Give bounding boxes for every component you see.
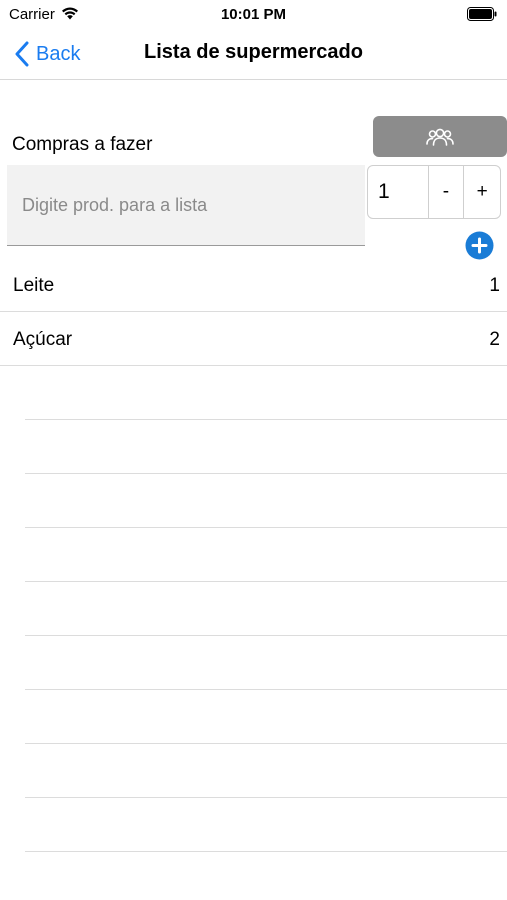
people-group-icon	[426, 128, 454, 146]
empty-row	[25, 474, 507, 528]
navigation-bar: Back Lista de supermercado	[0, 28, 507, 80]
empty-row	[25, 852, 507, 900]
list-item[interactable]: Leite 1	[0, 258, 507, 312]
empty-row	[25, 582, 507, 636]
empty-row	[25, 366, 507, 420]
empty-row	[25, 690, 507, 744]
empty-row	[25, 798, 507, 852]
list-item[interactable]: Açúcar 2	[0, 312, 507, 366]
quantity-stepper: 1 - +	[367, 165, 501, 219]
item-quantity: 2	[489, 329, 500, 350]
status-bar: Carrier 10:01 PM	[0, 0, 507, 28]
empty-row	[25, 420, 507, 474]
empty-row	[25, 744, 507, 798]
status-time: 10:01 PM	[220, 6, 287, 23]
shopping-list: Leite 1 Açúcar 2	[0, 258, 507, 366]
empty-row	[25, 528, 507, 582]
empty-list-rows	[0, 366, 507, 900]
battery-icon	[467, 7, 497, 21]
product-input[interactable]	[7, 165, 365, 246]
increment-button[interactable]: +	[464, 166, 500, 218]
plus-circle-icon[interactable]	[465, 231, 494, 260]
item-name: Açúcar	[13, 329, 73, 350]
section-label: Compras a fazer	[12, 134, 153, 155]
share-list-button[interactable]	[373, 116, 507, 157]
empty-row	[25, 636, 507, 690]
item-name: Leite	[13, 275, 55, 296]
decrement-button[interactable]: -	[429, 166, 465, 218]
page-title: Lista de supermercado	[144, 41, 363, 63]
item-quantity: 1	[489, 275, 500, 296]
quantity-value[interactable]: 1	[368, 166, 429, 218]
